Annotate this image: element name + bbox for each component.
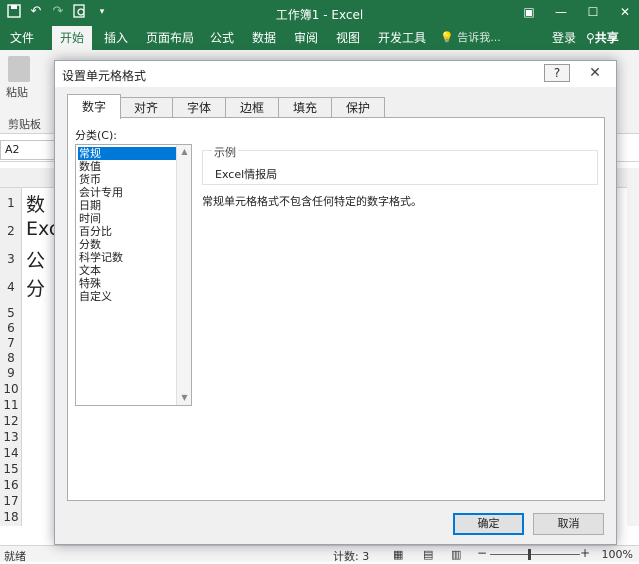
zoom-level[interactable]: 100% <box>602 548 633 561</box>
row-header[interactable]: 13 <box>0 430 22 444</box>
tab-font[interactable]: 字体 <box>172 97 226 118</box>
help-button[interactable]: ? <box>544 64 570 82</box>
row-headers: 1 2 3 4 5 6 7 8 9 10 11 12 13 14 15 16 1… <box>0 188 22 526</box>
cell-a4[interactable]: 分 <box>26 274 45 301</box>
status-bar: 就绪 计数: 3 ▦ ▤ ▥ − + 100% <box>0 545 639 563</box>
paste-icon[interactable] <box>8 56 30 82</box>
tab-fill[interactable]: 填充 <box>278 97 332 118</box>
sample-box: Excel情报局 <box>202 150 598 185</box>
scroll-down-icon[interactable]: ▼ <box>177 391 191 405</box>
excel-title-bar: ↶ ↷ ▾ 工作簿1 - Excel ▣ — ☐ ✕ <box>0 0 639 26</box>
dialog-title-bar: 设置单元格格式 ? ✕ <box>55 61 616 87</box>
cell-a1[interactable]: 数 <box>26 190 45 217</box>
tab-number[interactable]: 数字 <box>67 94 121 119</box>
paste-label: 粘贴 <box>6 86 28 99</box>
dialog-title: 设置单元格格式 <box>62 69 147 83</box>
tab-protection[interactable]: 保护 <box>331 97 385 118</box>
row-header[interactable]: 2 <box>0 224 22 238</box>
zoom-slider-thumb[interactable] <box>528 549 531 560</box>
scroll-up-icon[interactable]: ▲ <box>177 145 191 159</box>
category-text[interactable]: 文本 <box>78 264 176 277</box>
minimize-icon[interactable]: — <box>551 2 571 22</box>
ok-button[interactable]: 确定 <box>453 513 524 535</box>
row-header[interactable]: 8 <box>0 351 22 365</box>
row-header[interactable]: 9 <box>0 366 22 380</box>
tab-developer[interactable]: 开发工具 <box>370 26 434 50</box>
tab-border[interactable]: 边框 <box>225 97 279 118</box>
row-header[interactable]: 15 <box>0 462 22 476</box>
share-label: 共享 <box>594 31 619 45</box>
row-header[interactable]: 3 <box>0 252 22 266</box>
login-link[interactable]: 登录 <box>552 26 576 50</box>
zoom-out-button[interactable]: − <box>477 546 487 560</box>
window-controls: ▣ — ☐ ✕ <box>519 2 635 22</box>
category-accounting[interactable]: 会计专用 <box>78 186 176 199</box>
category-scrollbar[interactable]: ▲ ▼ <box>176 145 191 405</box>
row-header[interactable]: 12 <box>0 414 22 428</box>
dialog-close-button[interactable]: ✕ <box>580 64 610 82</box>
category-label: 分类(C): <box>75 129 117 142</box>
format-cells-dialog: 设置单元格格式 ? ✕ 数字 对齐 字体 边框 填充 保护 分类(C): 常规 … <box>54 60 617 545</box>
share-button[interactable]: ⚲共享 <box>586 26 619 50</box>
close-icon[interactable]: ✕ <box>615 2 635 22</box>
category-currency[interactable]: 货币 <box>78 173 176 186</box>
category-number[interactable]: 数值 <box>78 160 176 173</box>
tab-formulas[interactable]: 公式 <box>202 26 242 50</box>
clipboard-group-label: 剪贴板 <box>8 118 41 131</box>
cancel-button[interactable]: 取消 <box>533 513 604 535</box>
row-header[interactable]: 4 <box>0 280 22 294</box>
sample-value: Excel情报局 <box>215 168 278 181</box>
lightbulb-icon: 💡 <box>440 31 454 44</box>
format-description: 常规单元格格式不包含任何特定的数字格式。 <box>202 195 422 208</box>
tab-view[interactable]: 视图 <box>328 26 368 50</box>
category-percentage[interactable]: 百分比 <box>78 225 176 238</box>
maximize-icon[interactable]: ☐ <box>583 2 603 22</box>
zoom-slider-track[interactable] <box>490 554 580 555</box>
tab-page-layout[interactable]: 页面布局 <box>138 26 202 50</box>
normal-view-icon[interactable]: ▦ <box>393 548 403 561</box>
category-list[interactable]: 常规 数值 货币 会计专用 日期 时间 百分比 分数 科学记数 文本 特殊 自定… <box>75 144 192 406</box>
tell-me-search[interactable]: 💡 告诉我... <box>440 26 501 50</box>
cell-a3[interactable]: 公 <box>26 246 45 273</box>
tab-home[interactable]: 开始 <box>52 26 93 50</box>
tell-me-label: 告诉我... <box>457 31 501 44</box>
page-layout-view-icon[interactable]: ▤ <box>423 548 433 561</box>
row-header[interactable]: 1 <box>0 196 22 210</box>
sample-label: 示例 <box>212 144 238 160</box>
tab-insert[interactable]: 插入 <box>96 26 136 50</box>
tab-file[interactable]: 文件 <box>2 26 42 50</box>
tab-alignment[interactable]: 对齐 <box>119 97 173 118</box>
category-date[interactable]: 日期 <box>78 199 176 212</box>
tab-data[interactable]: 数据 <box>244 26 284 50</box>
category-custom[interactable]: 自定义 <box>78 290 176 303</box>
zoom-in-button[interactable]: + <box>580 546 590 560</box>
row-header[interactable]: 6 <box>0 321 22 335</box>
ribbon-tab-bar: 文件 开始 插入 页面布局 公式 数据 审阅 视图 开发工具 💡 告诉我... … <box>0 26 639 50</box>
page-break-view-icon[interactable]: ▥ <box>451 548 461 561</box>
category-special[interactable]: 特殊 <box>78 277 176 290</box>
person-icon: ⚲ <box>586 31 595 45</box>
category-general[interactable]: 常规 <box>78 147 176 160</box>
row-header[interactable]: 11 <box>0 398 22 412</box>
number-tab-panel: 分类(C): 常规 数值 货币 会计专用 日期 时间 百分比 分数 科学记数 文… <box>67 117 605 501</box>
sheet-vertical-scrollbar[interactable] <box>627 168 639 526</box>
row-header[interactable]: 10 <box>0 382 22 396</box>
row-header[interactable]: 5 <box>0 306 22 320</box>
ribbon-display-icon[interactable]: ▣ <box>519 2 539 22</box>
row-header[interactable]: 14 <box>0 446 22 460</box>
name-box[interactable]: A2 <box>0 140 56 160</box>
row-header[interactable]: 7 <box>0 336 22 350</box>
row-header[interactable]: 16 <box>0 478 22 492</box>
category-scientific[interactable]: 科学记数 <box>78 251 176 264</box>
category-time[interactable]: 时间 <box>78 212 176 225</box>
category-fraction[interactable]: 分数 <box>78 238 176 251</box>
tab-review[interactable]: 审阅 <box>286 26 326 50</box>
row-header[interactable]: 17 <box>0 494 22 508</box>
row-header[interactable]: 18 <box>0 510 22 524</box>
